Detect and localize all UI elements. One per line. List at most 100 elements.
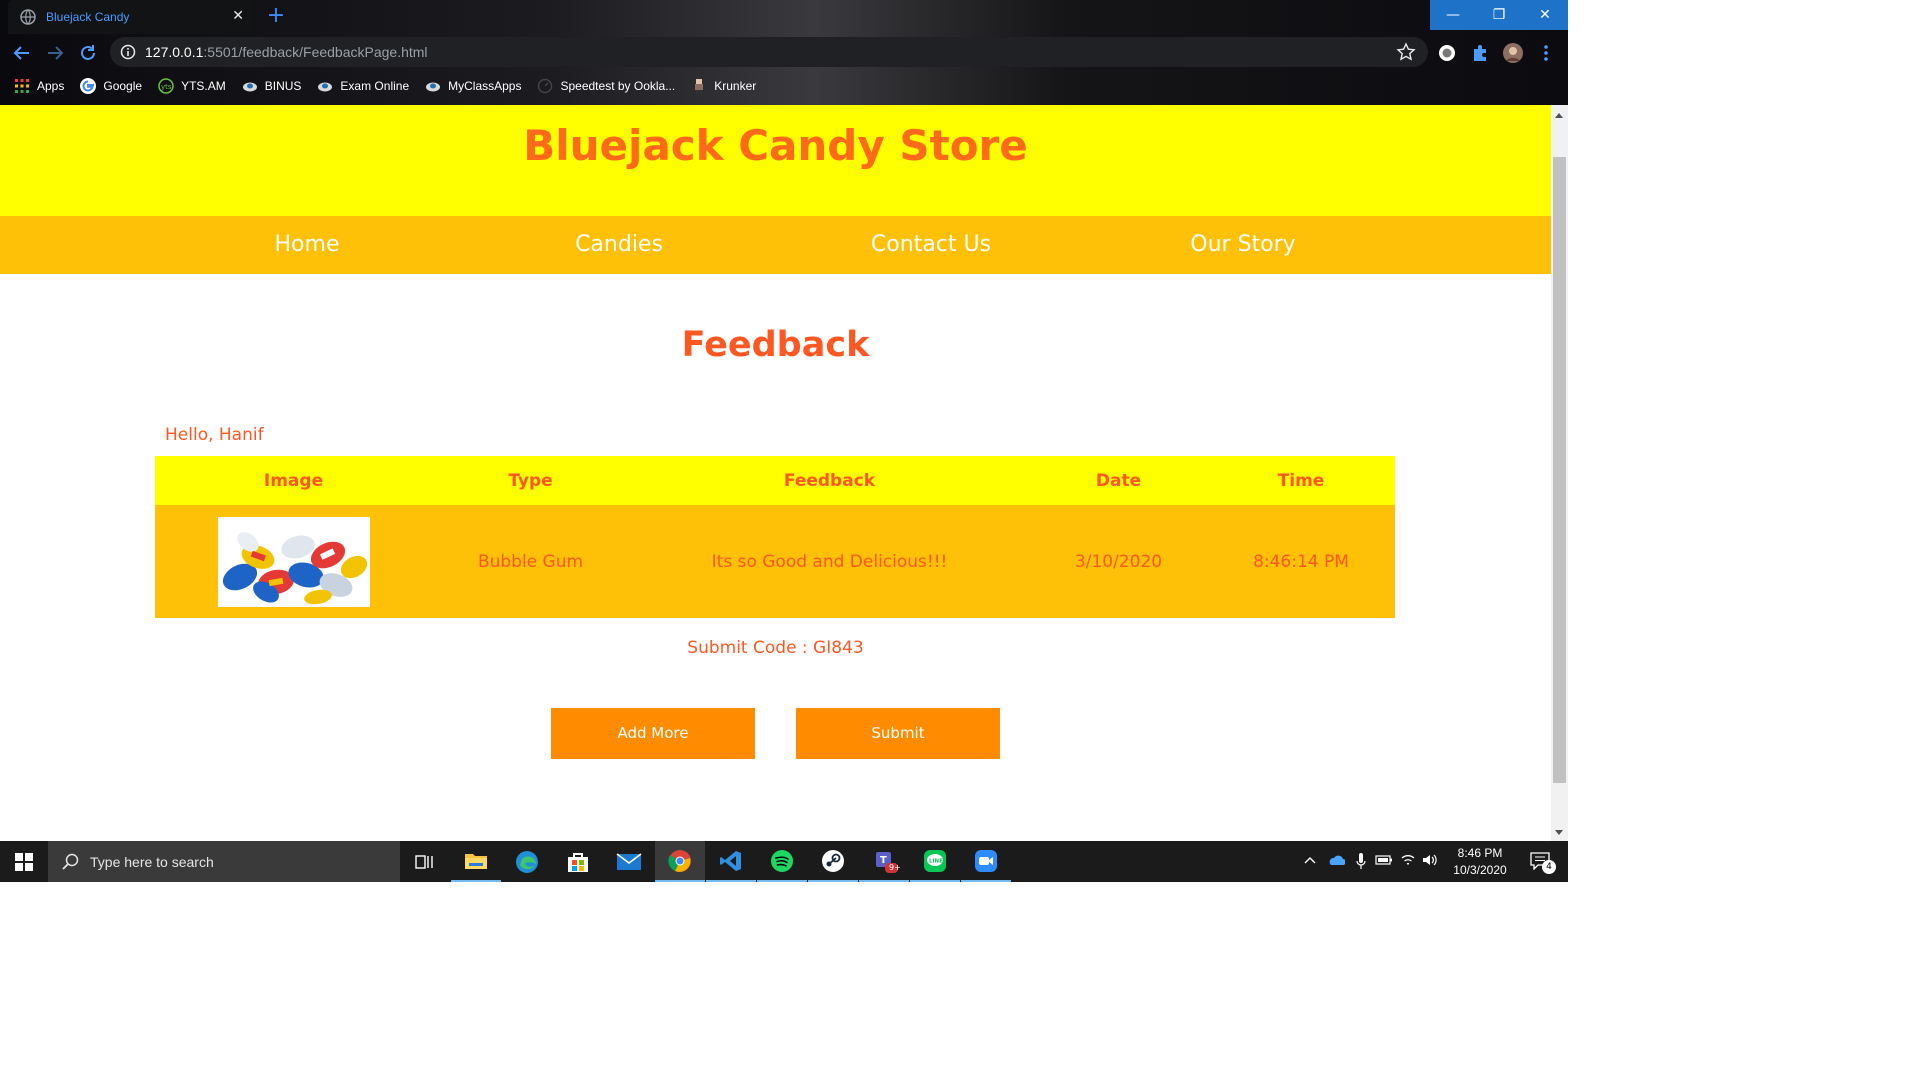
bookmark-myclassapps[interactable]: MyClassApps xyxy=(425,78,521,94)
onedrive-icon[interactable] xyxy=(1327,854,1345,866)
file-explorer-icon[interactable] xyxy=(451,841,501,882)
windows-logo-icon xyxy=(15,852,33,871)
info-icon[interactable] xyxy=(120,44,136,60)
scrollbar-thumb[interactable] xyxy=(1553,157,1566,783)
speedtest-icon xyxy=(538,78,553,94)
table-header-row: Image Type Feedback Date Time xyxy=(155,456,1395,505)
site-header: Bluejack Candy Store xyxy=(0,105,1551,216)
bubble-gum-candies-image xyxy=(217,516,370,607)
volume-icon[interactable] xyxy=(1422,853,1438,867)
task-view-icon[interactable] xyxy=(400,841,450,882)
notification-count-badge: 4 xyxy=(1542,860,1556,874)
start-button[interactable] xyxy=(0,841,48,882)
taskbar-clock[interactable]: 8:46 PM 10/3/2020 xyxy=(1448,845,1512,879)
zoom-icon[interactable] xyxy=(961,841,1011,882)
feedback-table: Image Type Feedback Date Time Bubble Gum… xyxy=(155,456,1395,618)
bookmark-label: Speedtest by Ookla... xyxy=(560,79,676,93)
chevron-up-icon[interactable] xyxy=(1304,855,1316,865)
address-bar[interactable]: 127.0.0.1:5501/feedback/FeedbackPage.htm… xyxy=(110,37,1428,67)
binus-icon xyxy=(318,82,333,92)
cell-date: 3/10/2020 xyxy=(1030,505,1207,618)
restore-icon[interactable]: ❐ xyxy=(1476,0,1522,30)
globe-icon xyxy=(20,9,36,25)
cell-time: 8:46:14 PM xyxy=(1207,505,1395,618)
line-icon[interactable]: LINE xyxy=(910,841,960,882)
bookmark-google[interactable]: Google xyxy=(80,78,142,94)
close-tab-icon[interactable]: ✕ xyxy=(232,8,244,24)
microphone-icon[interactable] xyxy=(1356,852,1366,870)
page-title: Feedback xyxy=(681,325,870,365)
chrome-icon[interactable] xyxy=(655,841,705,882)
search-icon xyxy=(62,853,79,870)
bookmark-star-icon[interactable] xyxy=(1396,42,1416,62)
scroll-down-arrow-icon[interactable] xyxy=(1555,830,1563,835)
steam-icon[interactable] xyxy=(808,841,858,882)
column-header-type: Type xyxy=(432,456,629,505)
mail-icon[interactable] xyxy=(604,841,654,882)
window-controls: — ❐ ✕ xyxy=(1430,0,1568,30)
svg-text:yts: yts xyxy=(161,83,172,91)
krunker-icon xyxy=(695,79,704,93)
browser-chrome: Bluejack Candy ✕ + — ❐ ✕ 127.0.0.1:5501/… xyxy=(0,0,1568,105)
site-title: Bluejack Candy Store xyxy=(523,121,1028,170)
extension-circle-icon[interactable] xyxy=(1437,43,1457,63)
add-more-button[interactable]: Add More xyxy=(551,708,755,759)
bookmark-binus[interactable]: BINUS xyxy=(242,78,302,94)
microsoft-store-icon[interactable] xyxy=(553,841,603,882)
bookmark-exam-online[interactable]: Exam Online xyxy=(317,78,409,94)
wifi-icon[interactable] xyxy=(1400,853,1416,867)
close-window-icon[interactable]: ✕ xyxy=(1522,0,1568,30)
svg-text:T: T xyxy=(880,855,887,866)
forward-arrow-icon[interactable] xyxy=(44,42,66,64)
url-host: 127.0.0.1 xyxy=(145,44,204,60)
page-scrollbar[interactable] xyxy=(1551,105,1568,841)
reload-icon[interactable] xyxy=(77,42,99,64)
site-nav: Home Candies Contact Us Our Story xyxy=(0,216,1551,274)
bookmark-krunker[interactable]: Krunker xyxy=(691,78,756,94)
nav-link-candies[interactable]: Candies xyxy=(463,232,775,257)
bookmark-yts[interactable]: yts YTS.AM xyxy=(158,78,226,94)
bookmark-speedtest[interactable]: Speedtest by Ookla... xyxy=(537,78,675,94)
vscode-icon[interactable] xyxy=(706,841,756,882)
nav-link-our-story[interactable]: Our Story xyxy=(1087,232,1399,257)
column-header-date: Date xyxy=(1030,456,1207,505)
battery-icon[interactable] xyxy=(1375,855,1393,865)
notification-center-icon[interactable]: 4 xyxy=(1530,852,1556,874)
taskbar-search-box[interactable]: Type here to search xyxy=(48,841,400,882)
yts-icon: yts xyxy=(158,78,174,94)
teams-badge: 9+ xyxy=(889,863,901,872)
submit-button[interactable]: Submit xyxy=(796,708,1000,759)
bookmark-label: Google xyxy=(103,79,143,93)
bookmark-apps[interactable]: Apps xyxy=(14,78,64,94)
apps-grid-icon xyxy=(15,79,29,93)
svg-text:LINE: LINE xyxy=(929,858,943,864)
bookmark-label: BINUS xyxy=(264,79,302,93)
tab-title: Bluejack Candy xyxy=(46,10,130,24)
edge-browser-icon[interactable] xyxy=(502,841,552,882)
bookmark-label: YTS.AM xyxy=(181,79,226,93)
extensions-puzzle-icon[interactable] xyxy=(1470,43,1490,63)
column-header-image: Image xyxy=(155,456,432,505)
page-viewport: Bluejack Candy Store Home Candies Contac… xyxy=(0,105,1551,841)
back-arrow-icon[interactable] xyxy=(11,42,33,64)
clock-date: 10/3/2020 xyxy=(1453,863,1507,877)
url-path: :5501/feedback/FeedbackPage.html xyxy=(203,44,428,60)
column-header-feedback: Feedback xyxy=(629,456,1030,505)
scroll-up-arrow-icon[interactable] xyxy=(1555,113,1563,118)
windows-taskbar: Type here to search T 9+ LINE 8:46 PM 10… xyxy=(0,841,1568,882)
column-header-time: Time xyxy=(1207,456,1395,505)
teams-icon[interactable]: T 9+ xyxy=(859,841,909,882)
nav-link-home[interactable]: Home xyxy=(151,232,463,257)
greeting-text: Hello, Hanif xyxy=(165,425,264,445)
profile-avatar[interactable] xyxy=(1503,43,1523,63)
bookmark-label: Apps xyxy=(37,79,65,93)
menu-kebab-icon[interactable] xyxy=(1536,43,1556,63)
spotify-icon[interactable] xyxy=(757,841,807,882)
new-tab-icon[interactable]: + xyxy=(264,5,288,29)
cell-image xyxy=(155,505,432,618)
nav-link-contact-us[interactable]: Contact Us xyxy=(775,232,1087,257)
search-placeholder: Type here to search xyxy=(90,853,214,870)
browser-tab[interactable]: Bluejack Candy ✕ xyxy=(8,0,254,34)
cell-type: Bubble Gum xyxy=(432,505,629,618)
minimize-icon[interactable]: — xyxy=(1430,0,1476,30)
